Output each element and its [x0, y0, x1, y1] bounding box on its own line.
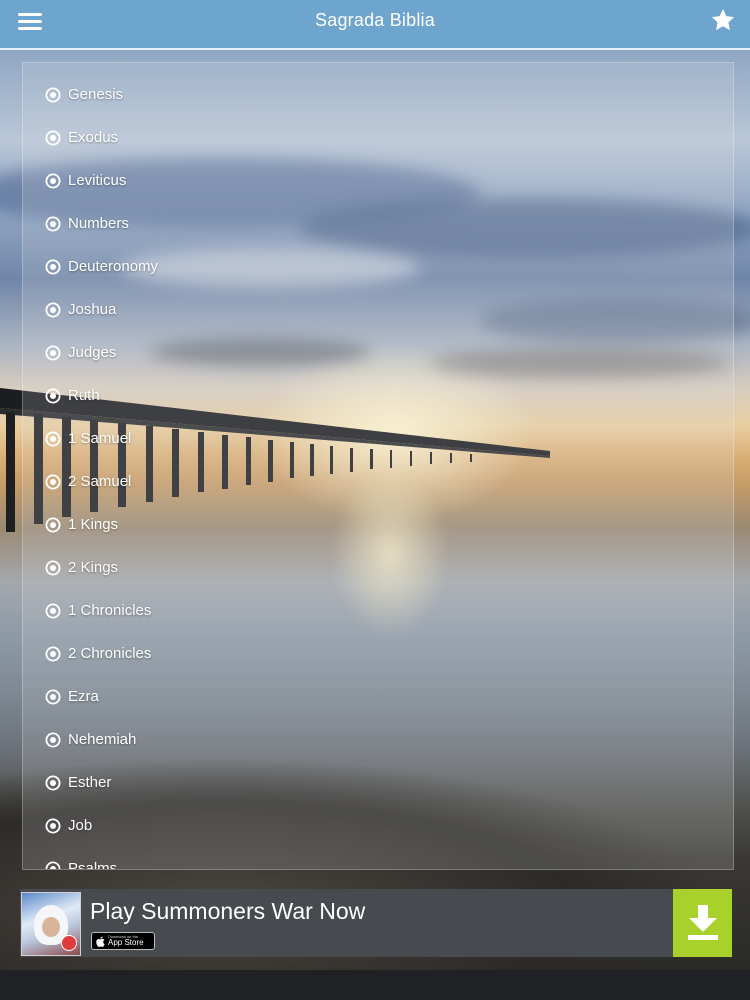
eye-icon [45, 216, 61, 231]
book-list: Genesis Exodus Leviticus Numbers Deuteronomy… [23, 63, 733, 870]
book-name: Nehemiah [68, 731, 137, 748]
book-name: 2 Kings [68, 559, 119, 576]
book-item[interactable]: Job [23, 804, 733, 847]
book-list-panel: Genesis Exodus Leviticus Numbers Deuteronomy… [22, 62, 734, 870]
book-item[interactable]: 1 Samuel [23, 417, 733, 460]
book-name: Ruth [68, 387, 100, 404]
book-name: Judges [68, 344, 117, 361]
book-name: Leviticus [68, 172, 127, 189]
eye-icon [45, 861, 61, 869]
eye-icon [45, 517, 61, 532]
eye-icon [45, 345, 61, 360]
eye-icon [45, 431, 61, 446]
eye-icon [45, 173, 61, 188]
eye-icon [45, 646, 61, 661]
book-item[interactable]: 2 Samuel [23, 460, 733, 503]
book-item[interactable]: Numbers [23, 202, 733, 245]
eye-icon [45, 302, 61, 317]
book-name: 1 Chronicles [68, 602, 152, 619]
store-badge-small-text: Download on the [108, 934, 139, 939]
book-item[interactable]: Nehemiah [23, 718, 733, 761]
book-item[interactable]: Ezra [23, 675, 733, 718]
book-name: Genesis [68, 86, 124, 103]
book-item[interactable]: Esther [23, 761, 733, 804]
eye-icon [45, 474, 61, 489]
eye-icon [45, 388, 61, 403]
app-header: Sagrada Biblia [0, 0, 750, 50]
book-name: Ezra [68, 688, 99, 705]
book-item[interactable]: 1 Kings [23, 503, 733, 546]
download-button[interactable] [673, 889, 732, 957]
book-name: Job [68, 817, 93, 834]
book-name: Joshua [68, 301, 117, 318]
book-name: Deuteronomy [68, 258, 159, 275]
book-name: Psalms [68, 860, 118, 870]
ad-banner[interactable]: Play Summoners War Now Download on the A… [20, 889, 732, 957]
book-item[interactable]: 1 Chronicles [23, 589, 733, 632]
eye-icon [45, 87, 61, 102]
book-name: Numbers [68, 215, 129, 232]
ad-game-thumbnail[interactable] [21, 892, 81, 956]
eye-icon [45, 259, 61, 274]
book-name: Esther [68, 774, 112, 791]
book-item[interactable]: Exodus [23, 116, 733, 159]
eye-icon [45, 775, 61, 790]
apple-icon [96, 935, 105, 947]
book-name: Exodus [68, 129, 119, 146]
star-icon[interactable] [710, 7, 736, 33]
book-name: 2 Samuel [68, 473, 132, 490]
bottom-bar [0, 970, 750, 1000]
book-item[interactable]: 2 Kings [23, 546, 733, 589]
book-item[interactable]: Psalms [23, 847, 733, 870]
download-icon [688, 905, 718, 940]
book-item[interactable]: Ruth [23, 374, 733, 417]
eye-icon [45, 689, 61, 704]
app-title: Sagrada Biblia [315, 10, 435, 30]
book-item[interactable]: Joshua [23, 288, 733, 331]
book-item[interactable]: Deuteronomy [23, 245, 733, 288]
eye-icon [45, 560, 61, 575]
book-name: 1 Kings [68, 516, 119, 533]
book-item[interactable]: Genesis [23, 73, 733, 116]
eye-icon [45, 603, 61, 618]
book-item[interactable]: Leviticus [23, 159, 733, 202]
eye-icon [45, 130, 61, 145]
book-item[interactable]: Judges [23, 331, 733, 374]
app-store-badge[interactable]: Download on the App Store [91, 932, 155, 950]
eye-icon [45, 818, 61, 833]
store-badge-label: App Store [108, 938, 144, 947]
book-name: 2 Chronicles [68, 645, 152, 662]
book-name: 1 Samuel [68, 430, 132, 447]
eye-icon [45, 732, 61, 747]
ad-title[interactable]: Play Summoners War Now [90, 898, 365, 925]
book-item[interactable]: 2 Chronicles [23, 632, 733, 675]
